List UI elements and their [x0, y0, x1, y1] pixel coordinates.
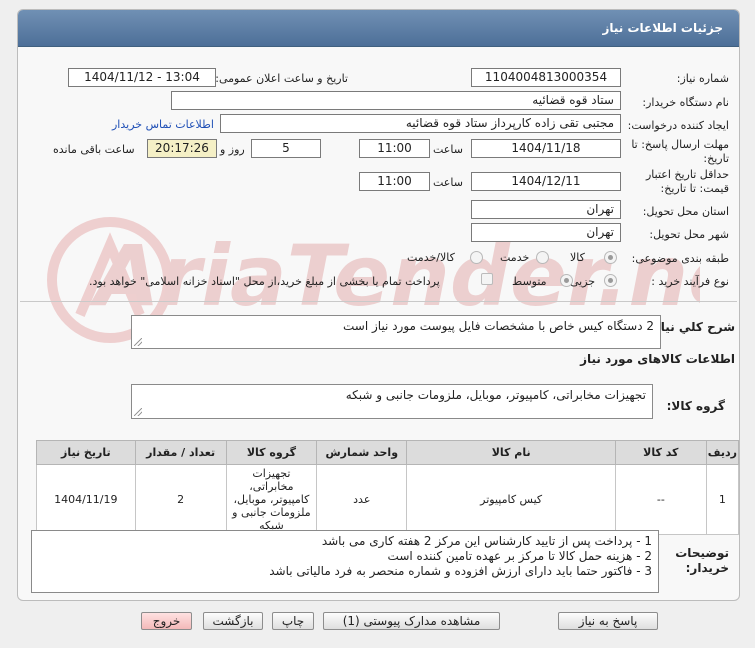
announce-datetime-label: تاریخ و ساعت اعلان عمومی:	[215, 72, 348, 85]
buyer-org-label: نام دستگاه خریدار:	[642, 96, 729, 109]
col-header-name: نام کالا	[406, 440, 616, 465]
reply-deadline-label-1: مهلت ارسال پاسخ: تا	[631, 138, 729, 151]
category-label: طبقه بندی موضوعی:	[631, 252, 729, 265]
purchase-process-label: نوع فرآیند خرید :	[651, 275, 729, 288]
requester-label: ایجاد کننده درخواست:	[627, 119, 729, 132]
goods-info-heading: اطلاعات کالاهای مورد نیاز	[580, 352, 735, 366]
panel-title: جزئیات اطلاعات نیاز	[602, 21, 723, 35]
resize-handle[interactable]	[134, 408, 142, 416]
remaining-days-field: 5	[251, 139, 321, 158]
col-header-row: ردیف	[705, 440, 740, 465]
category-radio-goods[interactable]	[604, 251, 617, 264]
cell-unit: عدد	[316, 464, 408, 535]
section-divider	[20, 301, 737, 302]
treasury-docs-label: پرداخت تمام یا بخشی از مبلغ خرید،از محل …	[89, 275, 440, 288]
col-header-group: گروه کالا	[225, 440, 318, 465]
need-number-field: 1104004813000354	[471, 68, 621, 87]
col-header-quantity: تعداد / مقدار	[134, 440, 227, 465]
cell-code: --	[614, 464, 707, 535]
buyer-note-line: 2 - هزینه حمل کالا تا مرکز بر عهده تامین…	[387, 549, 652, 563]
buyer-contact-link[interactable]: اطلاعات تماس خریدار	[112, 118, 214, 131]
general-description-field: 2 دستگاه کیس خاص با مشخصات فایل پیوست مو…	[131, 315, 661, 349]
general-description-text: 2 دستگاه کیس خاص با مشخصات فایل پیوست مو…	[343, 319, 654, 333]
goods-group-label: گروه کالا:	[666, 399, 725, 413]
need-number-label: شماره نیاز:	[676, 72, 729, 85]
delivery-city-label: شهر محل تحویل:	[649, 228, 729, 241]
col-header-code: کد کالا	[614, 440, 707, 465]
delivery-province-label: استان محل تحویل:	[642, 205, 729, 218]
view-attachments-button[interactable]: مشاهده مدارک پیوستی (1)	[323, 612, 500, 630]
category-option-service: خدمت	[500, 251, 530, 264]
col-header-date: تاریخ نیاز	[36, 440, 136, 465]
price-validity-time-field: 11:00	[359, 172, 430, 191]
cell-group: تجهیزات مخابراتی، کامپیوتر، موبایل، ملزو…	[225, 464, 318, 535]
buyer-notes-label-2: خریدار:	[685, 561, 729, 575]
category-option-goods: کالا	[570, 251, 585, 264]
price-validity-label-2: قیمت: تا تاریخ:	[660, 182, 729, 195]
resize-handle[interactable]	[134, 338, 142, 346]
cell-row: 1	[705, 464, 740, 535]
delivery-city-field: تهران	[471, 223, 621, 242]
cell-date: 1404/11/19	[36, 464, 136, 535]
process-option-small: جزیی	[570, 275, 596, 288]
remaining-time-label: ساعت باقی مانده	[53, 143, 135, 156]
reply-to-need-button[interactable]: پاسخ به نیاز	[558, 612, 658, 630]
items-table: ردیف کد کالا نام کالا واحد شمارش گروه کا…	[36, 440, 740, 535]
process-radio-medium[interactable]	[560, 274, 573, 287]
category-option-goods-service: کالا/خدمت	[407, 251, 455, 264]
exit-button[interactable]: خروج	[141, 612, 192, 630]
cell-quantity: 2	[134, 464, 227, 535]
buyer-notes-field: 1 - پرداخت پس از تایید کارشناس این مرکز …	[31, 530, 659, 593]
cell-name: کیس کامپیوتر	[406, 464, 616, 535]
category-radio-service[interactable]	[536, 251, 549, 264]
price-validity-time-label: ساعت	[433, 176, 463, 189]
price-validity-date-field: 1404/12/11	[471, 172, 621, 191]
print-button[interactable]: چاپ	[272, 612, 314, 630]
price-validity-label-1: حداقل تاریخ اعتبار	[645, 168, 729, 181]
buyer-note-line: 3 - فاکتور حتما باید دارای ارزش افزوده و…	[269, 564, 652, 578]
general-description-label: شرح کلي نياز:	[649, 320, 735, 334]
col-header-unit: واحد شمارش	[316, 440, 408, 465]
buyer-org-field: ستاد قوه قضائیه	[171, 91, 621, 110]
goods-group-text: تجهیزات مخابراتی، کامپیوتر، موبایل، ملزو…	[345, 388, 646, 402]
goods-group-field: تجهیزات مخابراتی، کامپیوتر، موبایل، ملزو…	[131, 384, 653, 419]
remaining-time-field: 20:17:26	[147, 139, 217, 158]
treasury-docs-checkbox[interactable]	[481, 273, 493, 285]
remaining-days-label: روز و	[220, 143, 245, 156]
requester-field: مجتبی تقی زاده کارپرداز ستاد قوه قضائیه	[220, 114, 621, 133]
announce-datetime-field: 1404/11/12 - 13:04	[68, 68, 216, 87]
reply-deadline-time-label: ساعت	[433, 143, 463, 156]
category-radio-goods-service[interactable]	[470, 251, 483, 264]
back-button[interactable]: بازگشت	[203, 612, 263, 630]
reply-deadline-time-field: 11:00	[359, 139, 430, 158]
reply-deadline-label-2: تاریخ:	[703, 152, 729, 165]
delivery-province-field: تهران	[471, 200, 621, 219]
buyer-note-line: 1 - پرداخت پس از تایید کارشناس این مرکز …	[321, 534, 652, 548]
reply-deadline-date-field: 1404/11/18	[471, 139, 621, 158]
process-option-medium: متوسط	[512, 275, 547, 288]
panel-header: جزئیات اطلاعات نیاز	[18, 10, 739, 47]
process-radio-small[interactable]	[604, 274, 617, 287]
table-header-row: ردیف کد کالا نام کالا واحد شمارش گروه کا…	[36, 440, 740, 465]
table-row: 1 -- کیس کامپیوتر عدد تجهیزات مخابراتی، …	[36, 464, 740, 535]
buyer-notes-label-1: توضیحات	[675, 546, 729, 560]
